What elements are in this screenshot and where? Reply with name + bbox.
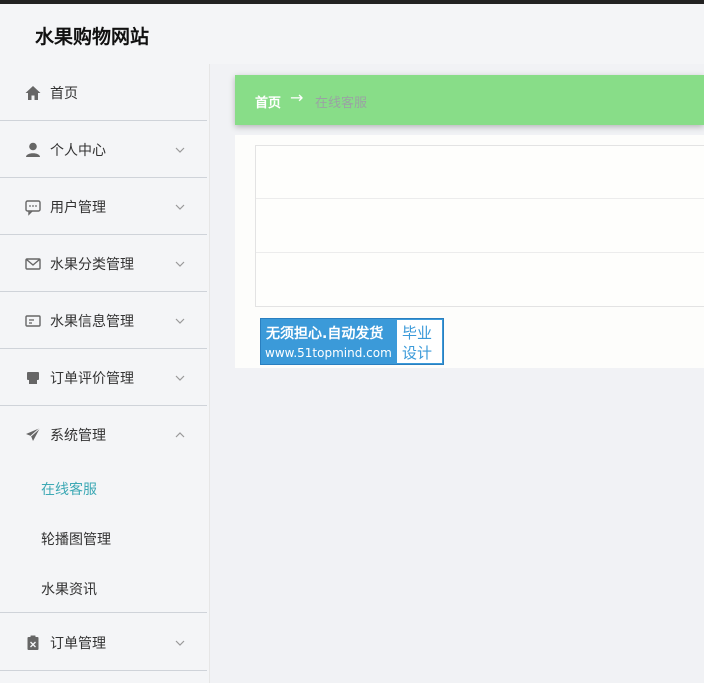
submenu-online-service[interactable]: 在线客服 [0,463,207,513]
submenu-label: 在线客服 [41,482,97,498]
sidebar-item-label: 水果信息管理 [50,314,134,330]
main-content: 首页 → 在线客服 无须担心.自动发货 www.51topmind.com 毕业… [211,64,704,683]
submenu-carousel-management[interactable]: 轮播图管理 [0,513,207,563]
ad-right-line2: 设计 [402,344,433,362]
chevron-down-icon [174,369,186,381]
ad-slogan: 无须担心.自动发货 [266,326,384,342]
sidebar-item-system-management[interactable]: 系统管理 [0,406,207,463]
sidebar-item-fruit-info[interactable]: 水果信息管理 [0,292,207,349]
clipboard-icon [24,634,42,652]
sidebar-item-label: 首页 [50,86,78,102]
chat-table [255,145,704,307]
user-icon [24,141,42,159]
home-icon [24,84,42,102]
sidebar-item-label: 用户管理 [50,200,106,216]
sidebar-item-fruit-category[interactable]: 水果分类管理 [0,235,207,292]
sidebar-item-label: 订单评价管理 [50,371,134,387]
sidebar-item-user-management[interactable]: 用户管理 [0,178,207,235]
submenu-fruit-news[interactable]: 水果资讯 [0,563,207,613]
submenu-label: 水果资讯 [41,582,97,598]
table-row [256,146,704,199]
sidebar-item-label: 个人中心 [50,143,106,159]
table-row [256,253,704,306]
site-title: 水果购物网站 [35,26,150,48]
sidebar-item-label: 水果分类管理 [50,257,134,273]
sidebar-item-order-review[interactable]: 订单评价管理 [0,349,207,406]
ad-banner[interactable]: 无须担心.自动发货 www.51topmind.com 毕业 设计 [260,318,444,365]
sidebar-item-personal-center[interactable]: 个人中心 [0,121,207,178]
chat-icon [24,198,42,216]
submenu-label: 轮播图管理 [41,532,111,548]
sidebar-item-home[interactable]: 首页 [0,64,207,121]
chevron-down-icon [174,634,186,646]
table-row [256,200,704,253]
chevron-up-icon [174,426,186,438]
content-panel: 无须担心.自动发货 www.51topmind.com 毕业 设计 [235,135,704,368]
printer-icon [24,369,42,387]
mail-icon [24,255,42,273]
sidebar-item-label: 订单管理 [50,636,106,652]
ad-url: www.51topmind.com [265,346,392,360]
chevron-down-icon [174,255,186,267]
sidebar-item-label: 系统管理 [50,428,106,444]
breadcrumb-home[interactable]: 首页 [255,92,281,111]
header: 水果购物网站 [0,4,704,64]
send-icon [24,426,42,444]
ad-left: 无须担心.自动发货 www.51topmind.com [261,319,397,364]
card-icon [24,312,42,330]
breadcrumb-current: 在线客服 [315,96,368,111]
ad-right: 毕业 设计 [397,320,442,363]
sidebar-item-order-management[interactable]: 订单管理 [0,614,207,671]
breadcrumb: 首页 → 在线客服 [235,75,704,125]
chevron-down-icon [174,141,186,153]
ad-right-line1: 毕业 [402,324,433,342]
sidebar: 首页 个人中心 用户管理 水果分类管理 水果信息管理 订单评价管理 系统管理 在… [0,64,210,683]
chevron-down-icon [174,198,186,210]
chevron-down-icon [174,312,186,324]
breadcrumb-separator: → [290,88,304,107]
